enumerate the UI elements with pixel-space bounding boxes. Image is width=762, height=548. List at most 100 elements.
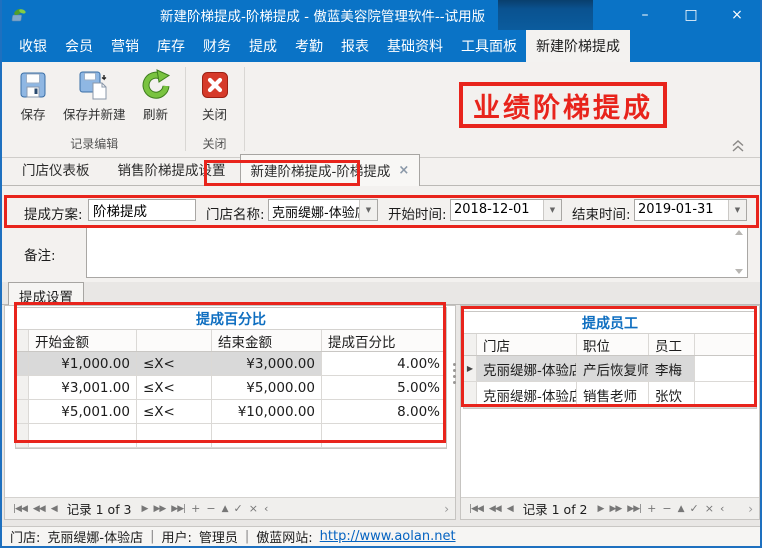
nav-edit-icon[interactable]: ▲ [219,504,231,514]
maximize-button[interactable]: □ [668,0,714,30]
save-and-new-button[interactable]: 保存并新建 [56,64,133,134]
ribbon-tab-finance[interactable]: 财务 [194,30,240,62]
scroll-down-icon[interactable] [735,269,743,274]
tab-commission-settings[interactable]: 提成设置 [8,282,84,305]
nav-add-icon[interactable]: + [188,502,203,515]
ribbon-tab-base-data[interactable]: 基础资料 [378,30,452,62]
ribbon-tab-reports[interactable]: 报表 [332,30,378,62]
close-window-button[interactable]: × [714,0,760,30]
nav-cancel-icon[interactable]: × [246,502,261,515]
end-date-picker[interactable]: 2019-01-31 ▼ [634,199,747,221]
tab-store-dashboard[interactable]: 门店仪表板 [8,154,104,185]
cell-start-amount[interactable]: ¥3,001.00 [29,376,137,399]
nav-next-icon[interactable]: ▶ [139,504,151,514]
cell-operator[interactable]: ≤X< [137,376,212,399]
table-row[interactable]: 克丽缇娜-体验店 销售老师 张饮 [464,382,756,408]
table-row-empty[interactable] [16,424,446,448]
ribbon-tab-cashier[interactable]: 收银 [10,30,56,62]
cell-operator[interactable]: ≤X< [137,400,212,423]
cell-end-amount[interactable]: ¥10,000.00 [212,400,322,423]
column-header-start-amount[interactable]: 开始金额 [29,330,137,351]
cell-operator[interactable]: ≤X< [137,352,212,375]
cell-filler[interactable] [695,356,756,381]
cell-percentage[interactable]: 4.00% [322,352,446,375]
nav-first-icon[interactable]: |◀◀ [10,504,30,514]
column-header-end-amount[interactable]: 结束金额 [212,330,322,351]
cell-end-amount[interactable]: ¥5,000.00 [212,376,322,399]
table-row[interactable]: ▶ 克丽缇娜-体验店 产后恢复师 李梅 [464,356,756,382]
cell-end-amount[interactable]: ¥3,000.00 [212,352,322,375]
cell-empty[interactable] [137,424,212,447]
chevron-down-icon[interactable]: ▼ [359,200,377,220]
nav-commit-icon[interactable]: ✓ [231,502,246,515]
remark-scrollbar[interactable] [731,227,747,277]
store-combobox[interactable]: 克丽缇娜-体验店 ▼ [268,199,378,221]
nav-edit-icon[interactable]: ▲ [675,504,687,514]
nav-delete-icon[interactable]: − [659,502,674,515]
column-header-position[interactable]: 职位 [577,334,649,355]
ribbon-tab-commission[interactable]: 提成 [240,30,286,62]
minimize-button[interactable]: – [622,0,668,30]
nav-prev-page-icon[interactable]: ◀◀ [486,504,504,514]
save-button[interactable]: 保存 [10,64,56,134]
start-date-picker[interactable]: 2018-12-01 ▼ [450,199,562,221]
nav-prev-page-icon[interactable]: ◀◀ [30,504,48,514]
column-header-percentage[interactable]: 提成百分比 [322,330,446,351]
tab-sales-tier-commission-settings[interactable]: 销售阶梯提成设置 [104,154,240,185]
cell-store[interactable]: 克丽缇娜-体验店 [477,356,577,381]
nav-scroll-left-icon[interactable]: ‹ [261,502,271,515]
table-row[interactable]: ¥3,001.00 ≤X< ¥5,000.00 5.00% [16,376,446,400]
remark-textarea[interactable] [87,227,731,277]
scroll-up-icon[interactable] [735,230,743,235]
ribbon-tab-member[interactable]: 会员 [56,30,102,62]
chevron-down-icon[interactable]: ▼ [543,200,561,220]
ribbon-tab-attendance[interactable]: 考勤 [286,30,332,62]
nav-next-page-icon[interactable]: ▶▶ [150,504,168,514]
cell-start-amount[interactable]: ¥1,000.00 [29,352,137,375]
collapse-ribbon-icon[interactable] [729,138,747,152]
cell-empty[interactable] [212,424,322,447]
cell-percentage[interactable]: 5.00% [322,376,446,399]
refresh-button[interactable]: 刷新 [133,64,179,134]
cell-filler[interactable] [695,382,756,407]
tab-close-icon[interactable]: × [398,163,409,178]
nav-cancel-icon[interactable]: × [702,502,717,515]
nav-prev-icon[interactable]: ◀ [48,504,60,514]
ribbon-tab-marketing[interactable]: 营销 [102,30,148,62]
nav-scroll-right-icon[interactable]: › [748,502,753,516]
cell-percentage[interactable]: 8.00% [322,400,446,423]
column-header-employee[interactable]: 员工 [649,334,695,355]
cell-employee[interactable]: 张饮 [649,382,695,407]
scheme-input[interactable] [88,199,196,221]
ribbon-tab-new-tier-commission[interactable]: 新建阶梯提成 [526,30,630,62]
cell-store[interactable]: 克丽缇娜-体验店 [477,382,577,407]
nav-delete-icon[interactable]: − [203,502,218,515]
nav-add-icon[interactable]: + [644,502,659,515]
nav-last-icon[interactable]: ▶▶| [624,504,644,514]
table-row[interactable]: ¥1,000.00 ≤X< ¥3,000.00 4.00% [16,352,446,376]
aolan-website-link[interactable]: http://www.aolan.net [320,529,456,544]
table-row[interactable]: ¥5,001.00 ≤X< ¥10,000.00 8.00% [16,400,446,424]
column-header-operator[interactable] [137,330,212,351]
cell-employee[interactable]: 李梅 [649,356,695,381]
nav-next-icon[interactable]: ▶ [595,504,607,514]
cell-empty[interactable] [322,424,446,447]
nav-prev-icon[interactable]: ◀ [504,504,516,514]
nav-scroll-left-icon[interactable]: ‹ [717,502,727,515]
ribbon-tab-inventory[interactable]: 库存 [148,30,194,62]
ribbon-tab-tools[interactable]: 工具面板 [452,30,526,62]
chevron-down-icon[interactable]: ▼ [728,200,746,220]
nav-scroll-right-icon[interactable]: › [444,502,449,516]
close-form-button[interactable]: 关闭 [192,64,238,134]
panel-splitter[interactable] [453,363,456,384]
tab-new-tier-commission[interactable]: 新建阶梯提成-阶梯提成 × [240,154,421,186]
nav-commit-icon[interactable]: ✓ [687,502,702,515]
column-header-store[interactable]: 门店 [477,334,577,355]
nav-next-page-icon[interactable]: ▶▶ [606,504,624,514]
cell-start-amount[interactable]: ¥5,001.00 [29,400,137,423]
nav-first-icon[interactable]: |◀◀ [466,504,486,514]
cell-empty[interactable] [29,424,137,447]
cell-position[interactable]: 销售老师 [577,382,649,407]
nav-last-icon[interactable]: ▶▶| [168,504,188,514]
cell-position[interactable]: 产后恢复师 [577,356,649,381]
